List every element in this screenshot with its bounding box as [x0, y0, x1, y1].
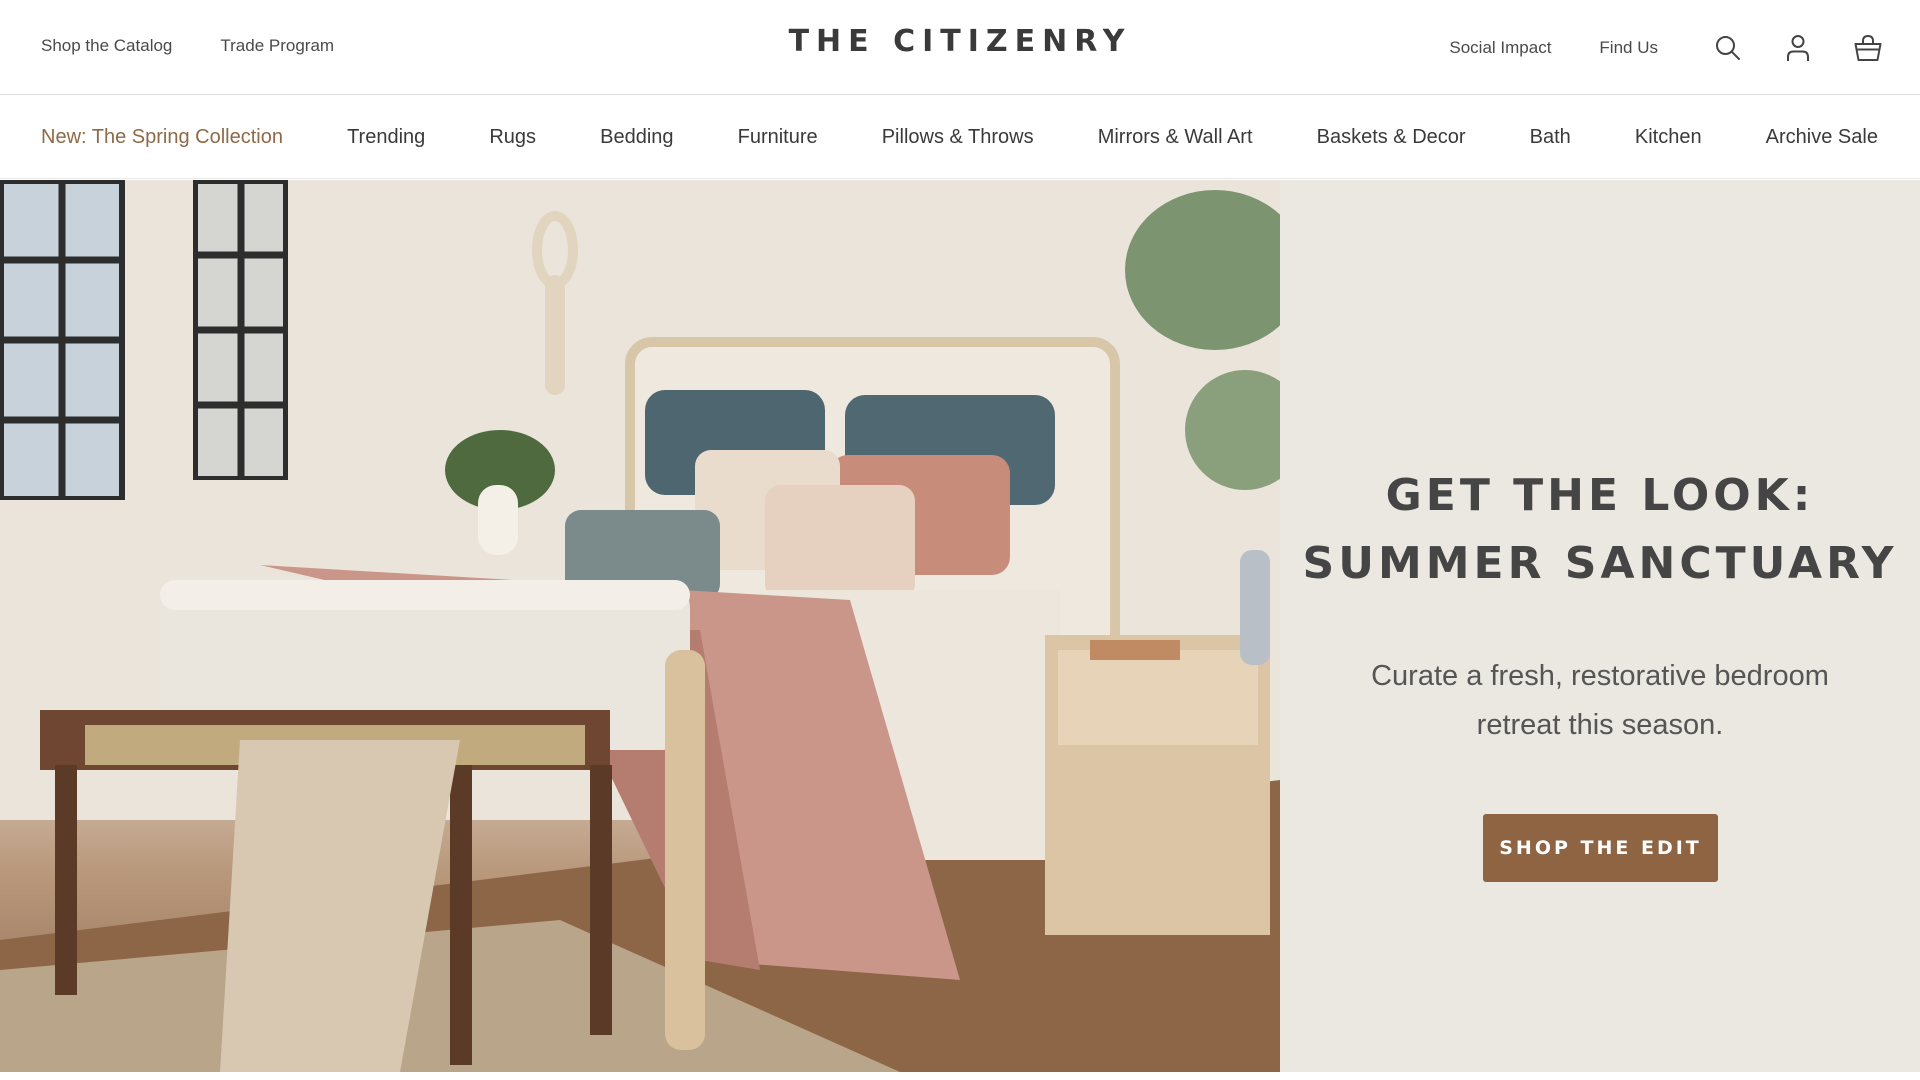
utility-nav-right: Social Impact Find Us — [1449, 26, 1890, 70]
hero-title: GET THE LOOK: SUMMER SANCTUARY — [1280, 462, 1920, 598]
trade-program-link[interactable]: Trade Program — [220, 36, 334, 56]
nav-item-spring-collection[interactable]: New: The Spring Collection — [41, 126, 283, 149]
nav-item-archive-sale[interactable]: Archive Sale — [1766, 126, 1878, 149]
search-icon[interactable] — [1706, 26, 1750, 70]
nav-item-bath[interactable]: Bath — [1530, 126, 1571, 149]
hero-text-panel: GET THE LOOK: SUMMER SANCTUARY Curate a … — [1280, 180, 1920, 1072]
cart-basket-icon[interactable] — [1846, 26, 1890, 70]
top-header: Shop the Catalog Trade Program THE CITIZ… — [0, 0, 1920, 95]
nav-item-baskets-decor[interactable]: Baskets & Decor — [1317, 126, 1466, 149]
hero-banner: GET THE LOOK: SUMMER SANCTUARY Curate a … — [0, 180, 1920, 1072]
nav-item-bedding[interactable]: Bedding — [600, 126, 673, 149]
site-logo[interactable]: THE CITIZENRY — [789, 24, 1132, 59]
nav-item-mirrors-wall-art[interactable]: Mirrors & Wall Art — [1098, 126, 1253, 149]
shop-catalog-link[interactable]: Shop the Catalog — [41, 36, 172, 56]
nav-item-trending[interactable]: Trending — [347, 126, 425, 149]
hero-subtitle: Curate a fresh, restorative bedroom retr… — [1371, 660, 1829, 741]
social-impact-link[interactable]: Social Impact — [1449, 26, 1551, 70]
account-icon[interactable] — [1776, 26, 1820, 70]
hero-title-line-2: SUMMER SANCTUARY — [1302, 538, 1898, 589]
hero-title-line-1: GET THE LOOK: — [1385, 470, 1815, 521]
utility-nav-left: Shop the Catalog Trade Program — [41, 36, 334, 56]
nav-item-furniture[interactable]: Furniture — [738, 126, 818, 149]
nav-item-rugs[interactable]: Rugs — [489, 126, 536, 149]
shop-the-edit-button[interactable]: SHOP THE EDIT — [1483, 814, 1718, 882]
category-nav: New: The Spring Collection Trending Rugs… — [0, 96, 1920, 179]
find-us-link[interactable]: Find Us — [1599, 26, 1658, 70]
hero-bedroom-image[interactable] — [0, 180, 1280, 1072]
page-bottom-edge — [0, 1072, 1920, 1080]
nav-item-pillows-throws[interactable]: Pillows & Throws — [882, 126, 1034, 149]
nav-item-kitchen[interactable]: Kitchen — [1635, 126, 1702, 149]
